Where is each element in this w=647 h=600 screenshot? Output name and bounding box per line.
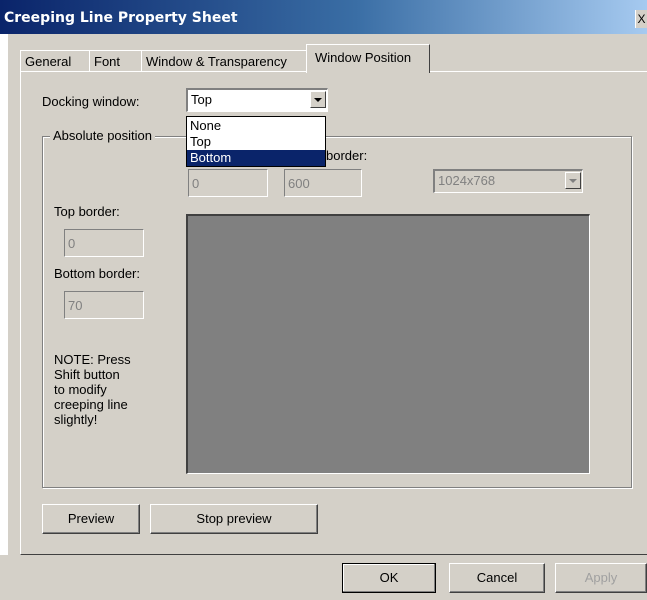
docking-window-dropdown-list: None Top Bottom [186, 116, 326, 167]
title-bar: Creeping Line Property Sheet X [0, 0, 647, 34]
window-title: Creeping Line Property Sheet [4, 10, 238, 26]
tab-general-label: General [25, 54, 72, 69]
preview-button[interactable]: Preview [42, 504, 140, 534]
tab-general[interactable]: General [20, 50, 90, 72]
tab-window-transparency-label: Window & Transparency [146, 54, 287, 69]
chevron-down-icon[interactable] [310, 91, 326, 108]
stop-preview-button[interactable]: Stop preview [150, 504, 318, 534]
docking-window-select[interactable]: Top [186, 88, 328, 112]
dropdown-option-bottom[interactable]: Bottom [187, 150, 325, 166]
tab-font-label: Font [94, 54, 121, 69]
close-button[interactable]: X [635, 10, 647, 28]
cancel-button[interactable]: Cancel [449, 563, 545, 593]
dropdown-option-none[interactable]: None [187, 118, 325, 134]
tab-font[interactable]: Font [89, 50, 142, 72]
tab-window-position-label: Window Position [315, 50, 412, 65]
tab-window-transparency[interactable]: Window & Transparency [141, 50, 307, 72]
tab-panel [20, 71, 647, 555]
ok-button[interactable]: OK [342, 563, 436, 593]
docking-window-value: Top [191, 92, 212, 107]
dropdown-option-top[interactable]: Top [187, 134, 325, 150]
tab-window-position[interactable]: Window Position [306, 44, 430, 73]
